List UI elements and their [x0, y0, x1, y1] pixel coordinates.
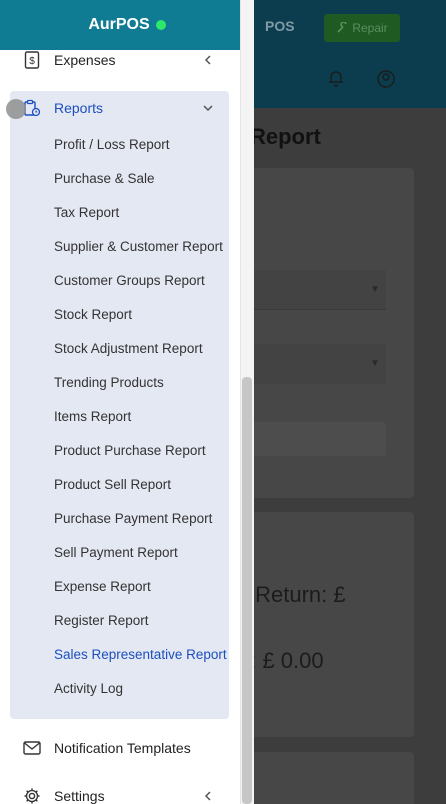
report-stock-adjustment[interactable]: Stock Adjustment Report [54, 341, 203, 356]
chevron-down-icon [203, 105, 213, 112]
brand-name[interactable]: AurPOS [88, 16, 149, 34]
report-expense[interactable]: Expense Report [54, 579, 151, 594]
sidebar-item-expenses[interactable]: $ Expenses [0, 42, 240, 78]
report-items[interactable]: Items Report [54, 409, 131, 424]
sales-return-stat: s Return: £ [238, 582, 346, 607]
report-sales-representative[interactable]: Sales Representative Report [54, 647, 227, 662]
sidebar: AurPOS $ Expenses Reports Profit / Loss … [0, 0, 254, 804]
filter-select-2[interactable] [238, 344, 386, 384]
page-title: Report [250, 124, 321, 149]
lower-card [232, 752, 414, 804]
report-product-purchase[interactable]: Product Purchase Report [54, 443, 206, 458]
report-purchase-payment[interactable]: Purchase Payment Report [54, 511, 212, 526]
report-product-sell[interactable]: Product Sell Report [54, 477, 171, 492]
chevron-left-icon [204, 791, 211, 801]
repair-button[interactable]: Repair [324, 14, 400, 42]
report-profit-loss[interactable]: Profit / Loss Report [54, 137, 170, 152]
gear-icon [22, 786, 42, 804]
report-stock[interactable]: Stock Report [54, 307, 132, 322]
report-purchase-sale[interactable]: Purchase & Sale [54, 171, 155, 186]
sidebar-item-label: Settings [54, 788, 105, 804]
chevron-left-icon [204, 55, 211, 65]
caret-down-icon: ▼ [370, 284, 380, 295]
report-customer-groups[interactable]: Customer Groups Report [54, 273, 205, 288]
sidebar-item-label: Expenses [54, 52, 116, 68]
sidebar-scrollbar-thumb[interactable] [242, 377, 252, 804]
pos-link[interactable]: POS [265, 18, 295, 34]
summary-card [232, 512, 414, 737]
envelope-icon [22, 738, 42, 758]
report-trending-products[interactable]: Trending Products [54, 375, 164, 390]
sidebar-item-settings[interactable]: Settings [0, 778, 240, 804]
online-status-dot [155, 20, 166, 30]
report-activity-log[interactable]: Activity Log [54, 681, 123, 696]
filter-button[interactable] [238, 422, 386, 456]
bell-icon[interactable] [327, 69, 345, 87]
repair-label: Repair [352, 21, 388, 35]
caret-down-icon: ▼ [370, 358, 380, 369]
dollar-document-icon: $ [22, 50, 42, 70]
svg-text:$: $ [29, 56, 35, 67]
report-supplier-customer[interactable]: Supplier & Customer Report [54, 239, 223, 254]
sidebar-item-reports[interactable]: Reports [0, 90, 240, 126]
user-account-icon[interactable] [376, 69, 396, 89]
report-register[interactable]: Register Report [54, 613, 149, 628]
wrench-icon [337, 22, 348, 33]
touch-cursor-indicator [6, 99, 26, 119]
sidebar-item-label: Reports [54, 100, 104, 116]
sidebar-item-label: Notification Templates [54, 740, 191, 756]
sidebar-item-notification-templates[interactable]: Notification Templates [0, 730, 240, 766]
filter-select-1[interactable] [238, 270, 386, 310]
report-sell-payment[interactable]: Sell Payment Report [54, 545, 178, 560]
report-tax[interactable]: Tax Report [54, 205, 119, 220]
